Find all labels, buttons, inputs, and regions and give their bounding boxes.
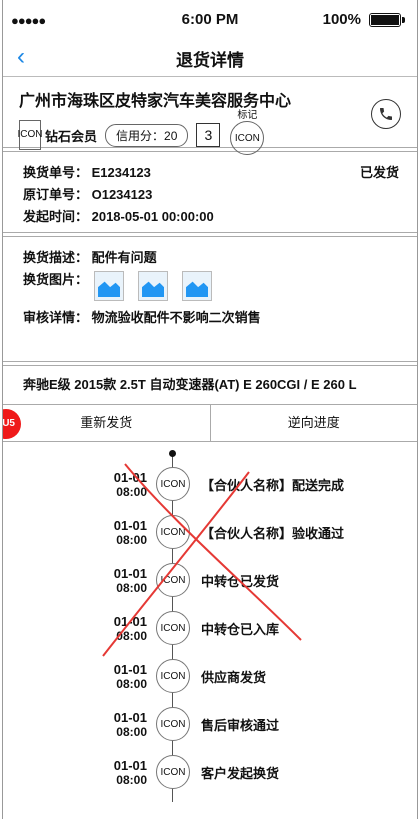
credit-badge: 信用分：20 (105, 123, 189, 147)
timeline-date-day: 01-01 (113, 614, 147, 629)
member-level: 钻石会员 (45, 128, 98, 144)
mark-icon[interactable]: 标记 ICON (230, 110, 265, 155)
nav-bar: ‹ 退货详情 (3, 40, 417, 77)
timeline-date-time: 08:00 (116, 773, 147, 787)
timeline-date: 01-01 08:00 (114, 566, 147, 596)
timeline-item: 01-01 08:00 ICON 供应商发货 (3, 659, 417, 699)
timeline-icon: ICON (156, 707, 190, 741)
timeline-date-time: 08:00 (116, 725, 147, 739)
timeline-text: 中转仓已入库 (201, 622, 280, 637)
timeline-text: 客户发起换货 (201, 766, 280, 781)
exchange-desc: 换货描述： 配件有问题 (23, 250, 157, 265)
timeline-icon: ICON (156, 563, 190, 597)
timeline-date: 01-01 08:00 (114, 758, 147, 788)
exchange-description: 换货描述： 配件有问题 换货图片： 审核详情： 物流验收配件不影响二次销售 (3, 237, 417, 361)
page-title: 退货详情 (176, 51, 244, 70)
phone-button[interactable] (371, 99, 401, 129)
battery-text: 100% (322, 11, 361, 28)
image-thumbnail[interactable] (138, 271, 169, 301)
timeline-date-day: 01-01 (113, 518, 147, 533)
timeline: 01-01 08:00 ICON 【合伙人名称】配送完成 01-01 08:00 ICON 【… (3, 442, 417, 802)
timeline-date: 01-01 08:00 (114, 518, 147, 548)
audit-details: 审核详情： 物流验收配件不影响二次销售 (23, 310, 261, 325)
timeline-text: 【合伙人名称】验收通过 (201, 526, 345, 541)
timeline-item: 01-01 08:00 ICON 中转仓已入库 (3, 611, 417, 651)
timeline-item: 01-01 08:00 ICON 客户发起换货 (3, 755, 417, 795)
timeline-text: 【合伙人名称】配送完成 (201, 478, 345, 493)
timeline-date-time: 08:00 (116, 677, 147, 691)
vehicle-model: 奔驰E级 2015款 2.5T 自动变速器(AT) E 260CGI / E 2… (3, 366, 417, 405)
timeline-item: 01-01 08:00 ICON 中转仓已发货 (3, 563, 417, 603)
timeline-icon: ICON (156, 611, 190, 645)
timeline-date-day: 01-01 (113, 758, 147, 773)
start-time: 发起时间： 2018-05-01 00:00:00 (23, 209, 214, 224)
timeline-date: 01-01 08:00 (114, 470, 147, 500)
timeline-text: 中转仓已发货 (201, 574, 280, 589)
image-thumbnail[interactable] (94, 271, 125, 301)
timeline-item: 01-01 08:00 ICON 【合伙人名称】验收通过 (3, 515, 417, 555)
timeline-icon: ICON (156, 755, 190, 789)
mark-icon-text: ICON (234, 132, 260, 144)
app-frame: ●●●●● 6:00 PM 100% ‹ 退货详情 广州市海珠区皮特家汽车美容服… (2, 0, 418, 819)
shop-card: 广州市海珠区皮特家汽车美容服务中心 ICON 钻石会员 信用分：20 3 标记 … (3, 77, 417, 155)
timeline-icon: ICON (156, 515, 190, 549)
timeline-date-day: 01-01 (113, 566, 147, 581)
exchange-images-label: 换货图片： (23, 272, 89, 287)
exchange-images-row: 换货图片： (23, 269, 397, 301)
timeline-date-time: 08:00 (116, 533, 147, 547)
battery-icon (369, 13, 405, 27)
order-status: 已发货 (359, 165, 399, 180)
original-order-number: 原订单号： O1234123 (23, 187, 153, 202)
timeline-date: 01-01 08:00 (114, 710, 147, 740)
timeline-item: 01-01 08:00 ICON 【合伙人名称】配送完成 (3, 467, 417, 507)
timeline-icon: ICON (156, 467, 190, 501)
resend-button[interactable]: 重新发货 (3, 405, 210, 441)
timeline-date-time: 08:00 (116, 485, 147, 499)
timeline-date-time: 08:00 (116, 629, 147, 643)
shop-name: 广州市海珠区皮特家汽车美容服务中心 (19, 93, 292, 110)
timeline-text: 供应商发货 (201, 670, 267, 685)
image-thumbnail[interactable] (182, 271, 213, 301)
count-box: 3 (196, 123, 221, 147)
member-icon: ICON (18, 120, 43, 150)
timeline-date-day: 01-01 (113, 710, 147, 725)
timeline-start-dot (169, 450, 176, 457)
timeline-date-day: 01-01 (113, 662, 147, 677)
timeline-date: 01-01 08:00 (114, 662, 147, 692)
timeline-date-day: 01-01 (113, 470, 147, 485)
order-info: 换货单号： E1234123 原订单号： O1234123 发起时间： 2018… (3, 152, 417, 232)
timeline-icon: ICON (156, 659, 190, 693)
reverse-progress-button[interactable]: 逆向进度 (209, 405, 418, 441)
mark-label: 标记 (237, 110, 258, 121)
exchange-number: 换货单号： E1234123 (23, 165, 151, 180)
timeline-item: 01-01 08:00 ICON 售后审核通过 (3, 707, 417, 747)
phone-icon (380, 108, 392, 120)
timeline-date: 01-01 08:00 (114, 614, 147, 644)
action-bar: U5 重新发货 逆向进度 (3, 405, 417, 442)
timeline-date-time: 08:00 (116, 581, 147, 595)
timeline-text: 售后审核通过 (201, 718, 280, 733)
status-bar: ●●●●● 6:00 PM 100% (3, 0, 417, 40)
